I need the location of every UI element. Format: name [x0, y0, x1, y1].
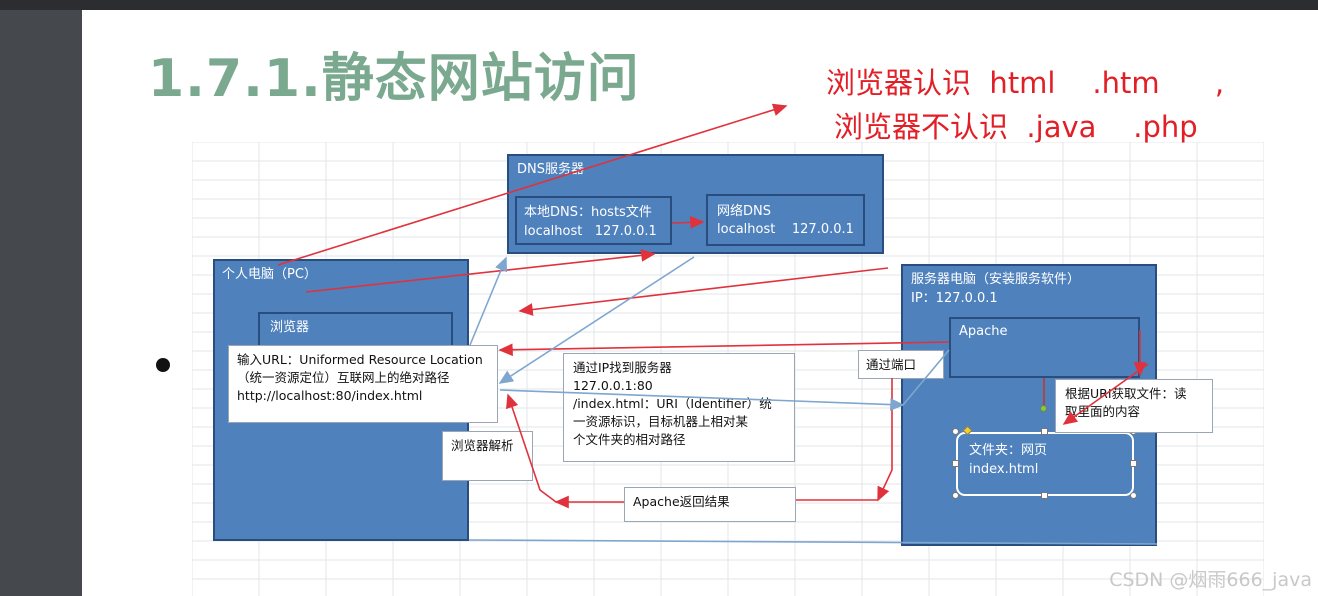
- parse-label: 浏览器解析: [451, 438, 514, 453]
- bullet-dot: [156, 358, 170, 372]
- uri-label-line-1: 根据URI获取文件：读: [1065, 386, 1187, 401]
- port-label: 通过端口: [866, 357, 917, 372]
- selection-handle: [1130, 492, 1137, 499]
- dns-server-title: DNS服务器: [517, 162, 584, 177]
- network-dns-line-2: localhost 127.0.0.1: [717, 222, 854, 237]
- rotate-handle: [1040, 405, 1047, 412]
- ip-box-line-1: 通过IP找到服务器: [573, 360, 672, 375]
- selection-handle: [952, 460, 959, 467]
- url-line-2: （统一资源定位）互联网上的绝对路径: [237, 370, 450, 385]
- ip-box-line-2: 127.0.0.1:80: [573, 378, 653, 393]
- ip-box-line-4: 一资源标识，目标机器上相对某: [573, 414, 749, 429]
- pc-title: 个人电脑（PC）: [222, 267, 317, 282]
- note-line-1: 浏览器认识 html .htm ,: [826, 66, 1225, 100]
- left-panel: [0, 10, 82, 596]
- selection-handle: [952, 428, 959, 435]
- network-dns-line-1: 网络DNS: [717, 204, 771, 219]
- ip-box-line-3: /index.html：URI（Identifier）统: [573, 396, 772, 411]
- local-dns-line-1: 本地DNS：hosts文件: [524, 205, 652, 220]
- server-ip: IP：127.0.0.1: [911, 291, 998, 306]
- url-line-1: 输入URL：Uniformed Resource Location: [237, 352, 483, 367]
- screenshot: 1.7.1.静态网站访问 浏览器认识 html .htm , 浏览器不认识 .j…: [0, 0, 1318, 596]
- server-title: 服务器电脑（安装服务软件）: [911, 272, 1081, 287]
- uri-label-line-2: 取里面的内容: [1065, 404, 1141, 419]
- folder-line-1: 文件夹：网页: [969, 443, 1048, 458]
- folder-line-2: index.html: [969, 462, 1039, 477]
- local-dns-line-2: localhost 127.0.0.1: [524, 224, 657, 239]
- apache-label: Apache: [959, 324, 1008, 339]
- browser-title: 浏览器: [270, 320, 310, 335]
- selection-handle: [1130, 460, 1137, 467]
- watermark: CSDN @烟雨666_java: [1109, 569, 1312, 591]
- selection-handle: [1041, 428, 1048, 435]
- url-line-3: http://localhost:80/index.html: [237, 388, 423, 403]
- note-line-2: 浏览器不认识 .java .php: [834, 110, 1198, 144]
- ip-box-line-5: 个文件夹的相对路径: [573, 432, 686, 447]
- selection-handle: [1041, 492, 1048, 499]
- selection-handle: [952, 492, 959, 499]
- return-label: Apache返回结果: [633, 494, 730, 509]
- top-bar: [0, 0, 1318, 10]
- slide-title: 1.7.1.静态网站访问: [148, 49, 640, 109]
